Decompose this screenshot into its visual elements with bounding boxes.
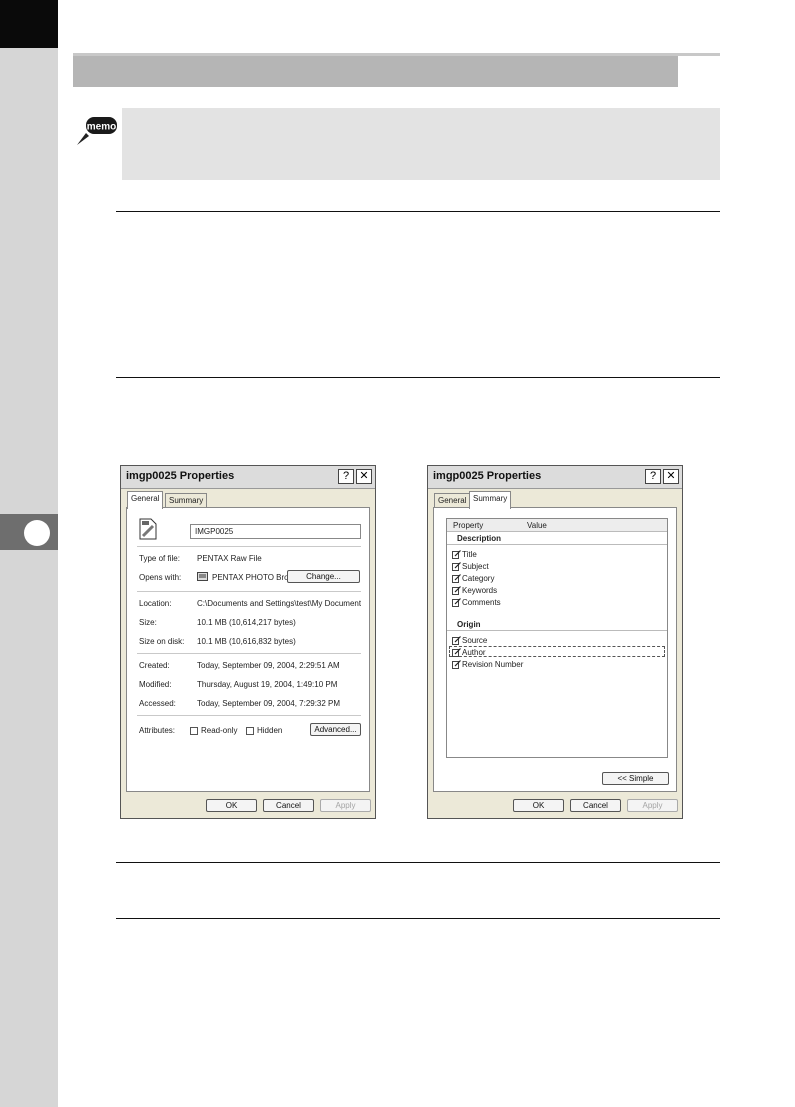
- type-value: PENTAX Raw File: [197, 554, 262, 563]
- property-name: Title: [462, 550, 477, 559]
- section-heading-bar: [73, 56, 678, 87]
- property-name: Comments: [462, 598, 501, 607]
- property-name: Source: [462, 636, 488, 645]
- modified-value: Thursday, August 19, 2004, 1:49:10 PM: [197, 680, 338, 689]
- size-value: 10.1 MB (10,614,217 bytes): [197, 618, 296, 627]
- location-label: Location:: [139, 599, 172, 608]
- close-button[interactable]: ✕: [356, 469, 372, 484]
- dialog-title: imgp0025 Properties: [433, 470, 542, 482]
- apply-button[interactable]: Apply: [320, 799, 371, 812]
- chapter-circle: [24, 520, 50, 546]
- simple-button[interactable]: << Simple: [602, 772, 669, 785]
- tab-summary[interactable]: Summary: [469, 491, 512, 509]
- property-edit-icon: [452, 586, 461, 595]
- location-value: C:\Documents and Settings\test\My Docume…: [197, 599, 361, 608]
- property-edit-icon: [452, 660, 461, 669]
- summary-tab-panel: Property Value Description Title Subject…: [433, 507, 677, 792]
- apply-button[interactable]: Apply: [627, 799, 678, 812]
- cancel-button[interactable]: Cancel: [263, 799, 314, 812]
- readonly-label: Read-only: [201, 726, 238, 735]
- property-edit-icon: [452, 636, 461, 645]
- hidden-checkbox[interactable]: [246, 727, 254, 735]
- property-edit-icon: [452, 574, 461, 583]
- change-button[interactable]: Change...: [287, 570, 360, 583]
- file-name-input[interactable]: IMGP0025: [190, 524, 361, 539]
- created-label: Created:: [139, 661, 170, 670]
- close-button[interactable]: ✕: [663, 469, 679, 484]
- property-name: Category: [462, 574, 495, 583]
- memo-icon: memo: [77, 117, 117, 145]
- divider-rule: [116, 211, 720, 212]
- type-label: Type of file:: [139, 554, 180, 563]
- cancel-button[interactable]: Cancel: [570, 799, 621, 812]
- modified-label: Modified:: [139, 680, 172, 689]
- attributes-label: Attributes:: [139, 726, 176, 735]
- separator: [137, 653, 361, 654]
- property-list[interactable]: Property Value Description Title Subject…: [446, 518, 668, 758]
- property-edit-icon: [452, 598, 461, 607]
- size-on-disk-label: Size on disk:: [139, 637, 185, 646]
- accessed-value: Today, September 09, 2004, 7:29:32 PM: [197, 699, 341, 708]
- size-label: Size:: [139, 618, 157, 627]
- left-margin-strip: [0, 0, 58, 1107]
- ok-button[interactable]: OK: [206, 799, 257, 812]
- divider-rule: [116, 862, 720, 863]
- separator: [137, 715, 361, 716]
- divider-rule: [116, 377, 720, 378]
- properties-dialog-general: imgp0025 Properties ? ✕ General Summary …: [120, 465, 376, 819]
- dialog-title: imgp0025 Properties: [126, 470, 235, 482]
- property-edit-icon: [452, 562, 461, 571]
- group-heading-origin: Origin: [457, 620, 481, 629]
- property-name: Author: [462, 648, 486, 657]
- file-icon: [139, 518, 157, 540]
- properties-dialog-summary: imgp0025 Properties ? ✕ General Summary …: [427, 465, 683, 819]
- hidden-label: Hidden: [257, 726, 283, 735]
- help-button[interactable]: ?: [645, 469, 661, 484]
- title-bar: imgp0025 Properties ? ✕: [428, 466, 682, 489]
- opens-with-label: Opens with:: [139, 573, 182, 582]
- title-bar: imgp0025 Properties ? ✕: [121, 466, 375, 489]
- property-name: Subject: [462, 562, 489, 571]
- list-header: Property Value: [447, 519, 667, 532]
- memo-icon-label: memo: [87, 122, 116, 133]
- general-tab-panel: IMGP0025 Type of file: PENTAX Raw File O…: [126, 507, 370, 792]
- column-header-value[interactable]: Value: [527, 521, 547, 530]
- divider-rule: [116, 918, 720, 919]
- separator: [137, 546, 361, 547]
- corner-block: [0, 0, 58, 48]
- group-divider: [447, 630, 667, 631]
- ok-button[interactable]: OK: [513, 799, 564, 812]
- property-edit-icon: [452, 550, 461, 559]
- tab-summary[interactable]: Summary: [165, 493, 208, 508]
- help-button[interactable]: ?: [338, 469, 354, 484]
- separator: [137, 591, 361, 592]
- size-on-disk-value: 10.1 MB (10,616,832 bytes): [197, 637, 296, 646]
- group-divider: [447, 544, 667, 545]
- opens-with-value: PENTAX PHOTO Brow:: [212, 573, 297, 582]
- program-icon: [197, 572, 208, 581]
- property-edit-icon: [452, 648, 461, 657]
- tab-general[interactable]: General: [434, 493, 471, 508]
- created-value: Today, September 09, 2004, 2:29:51 AM: [197, 661, 340, 670]
- readonly-checkbox[interactable]: [190, 727, 198, 735]
- property-name: Keywords: [462, 586, 498, 595]
- accessed-label: Accessed:: [139, 699, 176, 708]
- group-heading-description: Description: [457, 534, 502, 543]
- property-name: Revision Number: [462, 660, 524, 669]
- column-header-property[interactable]: Property: [453, 521, 483, 530]
- advanced-button[interactable]: Advanced...: [310, 723, 361, 736]
- tab-general[interactable]: General: [127, 491, 164, 509]
- memo-box: [122, 108, 720, 180]
